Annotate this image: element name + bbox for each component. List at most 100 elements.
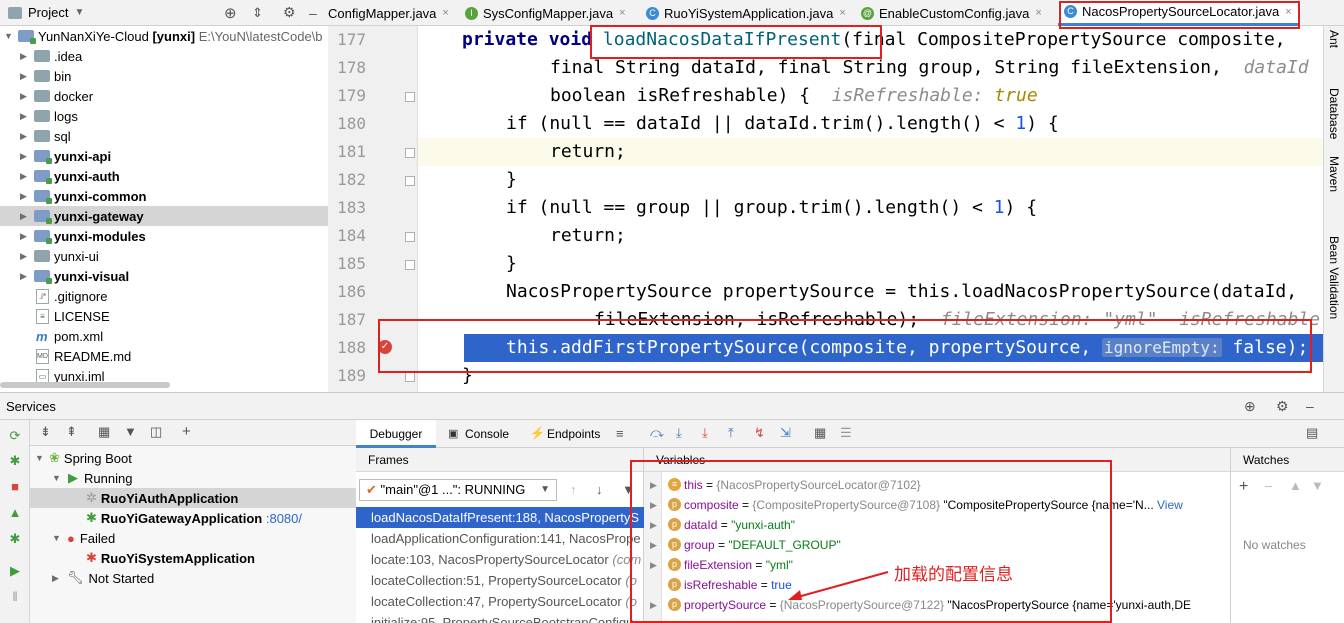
tree-item-yunxi-ui[interactable]: ▶ yunxi-ui <box>0 246 328 266</box>
chevron-right-icon[interactable]: ▶ <box>20 251 30 262</box>
tree-item-yunxi-modules[interactable]: ▶ yunxi-modules <box>0 226 328 246</box>
close-icon[interactable]: × <box>1035 7 1041 19</box>
show-execution-point-icon[interactable]: ⤼ <box>650 425 664 441</box>
crosshair-icon[interactable]: ⊕ <box>224 4 237 22</box>
tree-file-gitignore[interactable]: .i* .gitignore <box>0 286 328 306</box>
chevron-right-icon[interactable]: ▶ <box>20 91 30 102</box>
run-to-cursor-icon[interactable]: ⇲ <box>780 425 791 441</box>
resume-icon[interactable]: ▶ <box>8 564 22 578</box>
frame-row[interactable]: initialize:95, PropertySourceBootstrapCo… <box>356 612 644 623</box>
thread-selector[interactable]: ✔ "main"@1 ...": RUNNING ▼ <box>359 479 557 501</box>
arrow-up-icon[interactable]: ↑ <box>570 482 577 497</box>
remove-watch-icon[interactable]: – <box>1265 478 1272 493</box>
tree-item-yunxi-common[interactable]: ▶ yunxi-common <box>0 186 328 206</box>
step-into-icon[interactable]: ⤓ <box>702 425 708 441</box>
expand-all-icon[interactable]: ⇟ <box>40 424 51 440</box>
collapse-all-icon[interactable]: ⇞ <box>66 424 77 440</box>
tree-root[interactable]: ▼ YunNanXiYe-Cloud [yunxi] E:\YouN\lates… <box>0 26 328 46</box>
chevron-down-icon[interactable]: ▼ <box>74 7 84 18</box>
debug-icon[interactable]: ✱ <box>8 454 22 468</box>
gear-icon[interactable]: ⚙ <box>1276 398 1289 415</box>
add-watch-icon[interactable]: + <box>1239 478 1248 496</box>
tree-item-logs[interactable]: ▶ logs <box>0 106 328 126</box>
frame-row[interactable]: locateCollection:47, PropertySourceLocat… <box>356 591 644 612</box>
rerun-icon[interactable]: ⟳ <box>8 429 22 443</box>
frame-row[interactable]: loadNacosDataIfPresent:188, NacosPropert… <box>356 507 644 528</box>
minimize-icon[interactable]: – <box>1306 398 1314 414</box>
trace-icon[interactable]: ☰ <box>840 425 852 441</box>
close-icon[interactable]: × <box>1285 6 1291 18</box>
horizontal-scrollbar[interactable] <box>0 382 170 388</box>
chevron-right-icon[interactable]: ▶ <box>20 151 30 162</box>
tab-sysconfigmapper[interactable]: I SysConfigMapper.java × <box>465 0 626 26</box>
chevron-right-icon[interactable]: ▶ <box>20 191 30 202</box>
tree-item-yunxi-gateway[interactable]: ▶ yunxi-gateway <box>0 206 328 226</box>
debug-config-icon[interactable]: ✱ <box>8 532 22 546</box>
menu-icon[interactable]: ≡ <box>616 426 624 441</box>
database-tool[interactable]: Database <box>1327 88 1341 139</box>
service-ruoyiauthapplication[interactable]: ✲ RuoYiAuthApplication <box>30 488 356 508</box>
bean-validation-tool[interactable]: Bean Validation <box>1327 236 1341 319</box>
tab-debugger[interactable]: Debugger <box>356 420 436 448</box>
step-over-icon[interactable]: ⤓ <box>676 425 682 441</box>
service-port-link[interactable]: :8080/ <box>266 511 302 526</box>
maven-tool[interactable]: Maven <box>1327 156 1341 192</box>
tree-item-yunxi-api[interactable]: ▶ yunxi-api <box>0 146 328 166</box>
close-icon[interactable]: × <box>839 7 845 19</box>
service-spring-boot[interactable]: ▼ ❀ Spring Boot <box>30 448 356 468</box>
add-icon[interactable]: + <box>182 423 191 440</box>
close-icon[interactable]: × <box>442 7 448 19</box>
tab-endpoints[interactable]: Endpoints <box>547 420 600 448</box>
variable-row[interactable]: ▶ p dataId = "yunxi-auth" <box>644 515 1231 535</box>
breakpoint-icon[interactable]: ✓ <box>378 340 392 354</box>
stop-icon[interactable]: ■ <box>8 480 22 494</box>
chevron-right-icon[interactable]: ▶ <box>20 231 30 242</box>
globe-icon[interactable]: ⊕ <box>1244 398 1256 415</box>
service-ruoyisystemapplication[interactable]: ✱ RuoYiSystemApplication <box>30 548 356 568</box>
code-editor[interactable]: private void loadNacosDataIfPresent(fina… <box>418 26 1323 392</box>
tab-console[interactable]: Console <box>465 420 509 448</box>
chevron-right-icon[interactable]: ▶ <box>20 71 30 82</box>
tab-ruoyisystemapplication[interactable]: C RuoYiSystemApplication.java × <box>646 0 846 26</box>
fold-marker-icon[interactable] <box>405 260 415 270</box>
step-out-icon[interactable]: ⤒ <box>728 425 734 441</box>
tree-file-license[interactable]: ≡ LICENSE <box>0 306 328 326</box>
tree-file-pom[interactable]: m pom.xml <box>0 326 328 346</box>
chevron-right-icon[interactable]: ▶ <box>20 171 30 182</box>
service-group-failed[interactable]: ▼ ● Failed <box>30 528 356 548</box>
tree-item-yunxi-visual[interactable]: ▶ yunxi-visual <box>0 266 328 286</box>
tree-item-sql[interactable]: ▶ sql <box>0 126 328 146</box>
project-title[interactable]: Project <box>28 5 68 20</box>
ant-tool[interactable]: Ant <box>1327 30 1341 48</box>
fold-marker-icon[interactable] <box>405 372 415 382</box>
tab-enablecustomconfig[interactable]: @ EnableCustomConfig.java × <box>861 0 1042 26</box>
layout-icon[interactable]: ▤ <box>1306 425 1318 441</box>
variable-row[interactable]: ▶ p propertySource = {NacosPropertySource@… <box>644 595 1231 615</box>
collapse-icon[interactable]: ⇕ <box>252 5 263 21</box>
fold-marker-icon[interactable] <box>405 92 415 102</box>
service-group-not-started[interactable]: ▶ 🔧︎ Not Started <box>30 568 356 588</box>
filter-icon[interactable]: ▼ <box>622 482 635 497</box>
group-icon[interactable]: ▦ <box>98 424 110 440</box>
tree-item-yunxi-auth[interactable]: ▶ yunxi-auth <box>0 166 328 186</box>
chevron-right-icon[interactable]: ▶ <box>20 211 30 222</box>
chevron-right-icon[interactable]: ▶ <box>20 271 30 282</box>
variable-row[interactable]: ▶ p composite = {CompositePropertySource@7… <box>644 495 1231 515</box>
tree-item-idea[interactable]: ▶ .idea <box>0 46 328 66</box>
drop-frame-icon[interactable]: ↯ <box>754 425 765 441</box>
evaluate-icon[interactable]: ▦ <box>814 425 826 441</box>
variable-row[interactable]: ▶ ≡ this = {NacosPropertySourceLocator@710… <box>644 475 1231 495</box>
chevron-right-icon[interactable]: ▶ <box>20 131 30 142</box>
service-ruoyigatewayapplication[interactable]: ✱ RuoYiGatewayApplication :8080/ <box>30 508 356 528</box>
view-link[interactable]: View <box>1157 498 1183 512</box>
tab-configmapper[interactable]: ConfigMapper.java × <box>328 0 449 26</box>
chevron-down-icon[interactable]: ▼ <box>4 31 14 41</box>
pause-icon[interactable]: ‖ <box>8 590 22 604</box>
close-icon[interactable]: × <box>619 7 625 19</box>
arrow-down-icon[interactable]: ↓ <box>596 482 603 497</box>
tab-nacospropertysourcelocator[interactable]: C NacosPropertySourceLocator.java × <box>1058 0 1298 26</box>
variable-row[interactable]: ▶ p group = "DEFAULT_GROUP" <box>644 535 1231 555</box>
frame-row[interactable]: locate:103, NacosPropertySourceLocator (… <box>356 549 644 570</box>
fold-marker-icon[interactable] <box>405 176 415 186</box>
run-debug-icon[interactable]: ▲ <box>8 506 22 520</box>
